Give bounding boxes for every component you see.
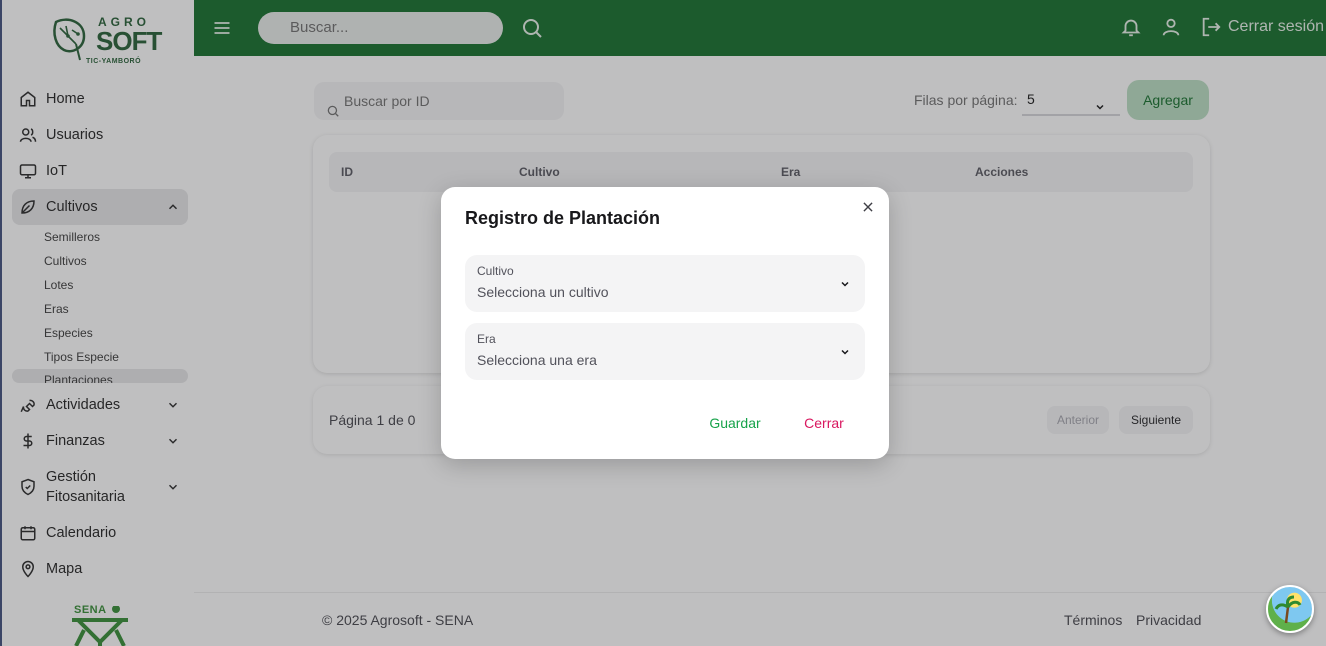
close-icon[interactable]: [861, 200, 877, 216]
cultivo-select-label: Cultivo: [477, 264, 514, 278]
chatbot-avatar-button[interactable]: [1266, 585, 1314, 633]
chevron-down-icon: [839, 345, 851, 363]
cultivo-select[interactable]: Cultivo Selecciona un cultivo: [465, 255, 865, 312]
era-select-value: Selecciona una era: [477, 352, 597, 368]
registro-plantacion-modal: Registro de Plantación Cultivo Seleccion…: [441, 187, 889, 459]
era-select-label: Era: [477, 332, 496, 346]
chevron-down-icon: [839, 277, 851, 295]
modal-title: Registro de Plantación: [465, 208, 661, 228]
cultivo-select-value: Selecciona un cultivo: [477, 284, 609, 300]
palm-island-icon: [1274, 595, 1302, 624]
era-select[interactable]: Era Selecciona una era: [465, 323, 865, 380]
save-button[interactable]: Guardar: [699, 411, 771, 435]
cancel-button[interactable]: Cerrar: [793, 411, 855, 435]
